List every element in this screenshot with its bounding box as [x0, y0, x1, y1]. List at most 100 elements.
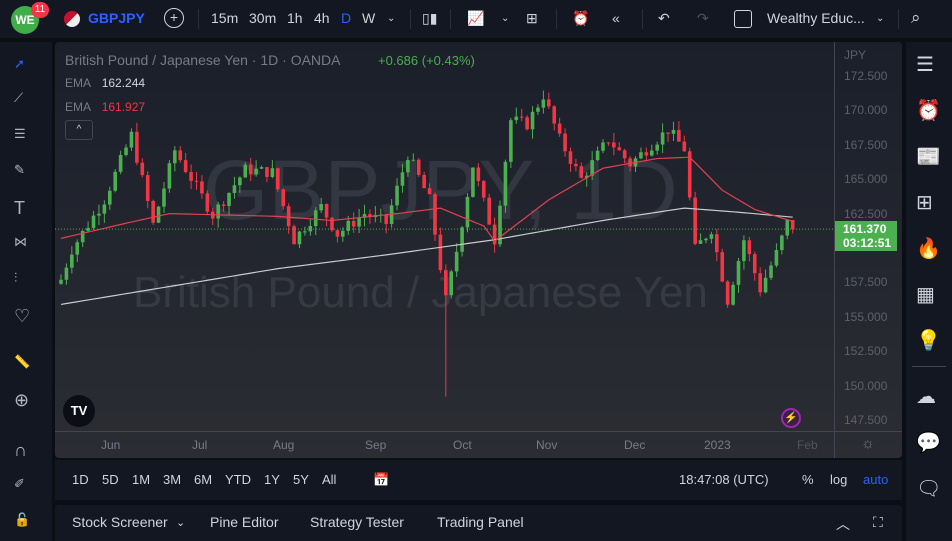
pattern-icon[interactable]: ⋈	[14, 234, 38, 258]
chevron-down-icon[interactable]: ⌄	[876, 13, 884, 24]
candle	[639, 147, 643, 160]
tab-stock-screener[interactable]: Stock Screener	[72, 514, 168, 530]
chevron-down-icon[interactable]: ⌄	[501, 13, 509, 24]
heart-icon[interactable]: ♡	[14, 306, 38, 330]
replay-icon[interactable]: «	[612, 10, 620, 26]
brush-icon[interactable]: ✎	[14, 162, 38, 186]
chats-icon[interactable]: 💬	[916, 430, 942, 456]
log-toggle[interactable]: log	[830, 472, 847, 487]
news-icon[interactable]: 📰	[916, 144, 942, 170]
chevron-down-icon[interactable]: ⌄	[176, 516, 185, 529]
candle	[330, 216, 334, 233]
currency-selector[interactable]: JPY	[844, 48, 866, 62]
zoom-icon[interactable]: ⊕	[14, 390, 38, 414]
maximize-icon[interactable]: ⛶	[873, 514, 883, 531]
candle	[194, 171, 199, 190]
ema-legend-2[interactable]: EMA 161.927	[65, 100, 145, 114]
alert-icon[interactable]: ⏰	[572, 10, 589, 27]
candle	[167, 160, 172, 193]
candle	[59, 274, 63, 285]
range-1m[interactable]: 1M	[132, 472, 150, 487]
watchlist-icon[interactable]: ☰	[916, 52, 942, 78]
candle	[97, 204, 101, 225]
compare-add-icon[interactable]: +	[164, 8, 184, 28]
candle	[790, 220, 795, 234]
interval-w[interactable]: W	[362, 10, 375, 26]
alarm-icon[interactable]: ⏰	[916, 98, 942, 124]
candles-icon[interactable]: ▯▮	[422, 10, 437, 27]
candle	[324, 203, 329, 227]
checkbox-icon[interactable]	[734, 10, 752, 28]
candle	[373, 206, 378, 223]
range-3m[interactable]: 3M	[163, 472, 181, 487]
range-all[interactable]: All	[322, 472, 336, 487]
symbol-button[interactable]: GBPJPY	[88, 10, 145, 26]
interval-4h[interactable]: 4h	[314, 10, 330, 26]
hotlist-fire-icon[interactable]: 🔥	[916, 236, 942, 262]
candle	[297, 230, 302, 249]
candle	[492, 217, 497, 253]
interval-15m[interactable]: 15m	[211, 10, 238, 26]
tradingview-logo[interactable]: TV	[63, 395, 95, 427]
interval-30m[interactable]: 30m	[249, 10, 276, 26]
change-value: +0.686 (+0.43%)	[378, 53, 475, 68]
lock-drawing-icon[interactable]: ✐	[14, 476, 38, 500]
settings-gear-icon[interactable]: ☼	[861, 435, 875, 452]
chat-cloud-icon[interactable]: ☁	[916, 384, 942, 410]
candle	[682, 135, 687, 152]
magnet-icon[interactable]: ∩	[14, 440, 38, 464]
messages-icon[interactable]: 🗨	[916, 476, 942, 502]
auto-toggle[interactable]: auto	[863, 472, 888, 487]
candle	[313, 207, 318, 235]
date-range-icon[interactable]: 📅	[373, 472, 389, 488]
candle	[400, 163, 405, 193]
interval-d[interactable]: D	[341, 10, 351, 26]
percent-toggle[interactable]: %	[802, 472, 814, 487]
range-5d[interactable]: 5D	[102, 472, 119, 487]
month-label: Jul	[192, 438, 208, 452]
ruler-icon[interactable]: 📏	[14, 354, 38, 378]
ideas-bulb-icon[interactable]: 💡	[916, 328, 942, 354]
range-5y[interactable]: 5Y	[293, 472, 309, 487]
text-icon[interactable]: T	[14, 198, 38, 222]
layout-name[interactable]: Wealthy Educ...	[767, 10, 865, 26]
ema-legend-1[interactable]: EMA 162.244	[65, 76, 145, 90]
candle	[118, 150, 123, 175]
layouts-icon[interactable]: ⊞	[526, 10, 538, 27]
lock-icon[interactable]: 🔓	[14, 512, 38, 536]
utc-clock[interactable]: 18:47:08 (UTC)	[679, 472, 769, 487]
range-1d[interactable]: 1D	[72, 472, 89, 487]
undo-icon[interactable]: ↶	[658, 10, 670, 27]
candle	[281, 188, 286, 210]
add-list-icon[interactable]: ⊞	[916, 190, 942, 216]
candle	[86, 221, 90, 233]
search-icon[interactable]: ⌕	[911, 8, 921, 28]
calendar-icon[interactable]: ▦	[916, 282, 942, 308]
range-6m[interactable]: 6M	[194, 472, 212, 487]
cursor-icon[interactable]: ➚	[14, 56, 38, 80]
candle	[698, 233, 703, 244]
chart-pane[interactable]: GBPJPY, 1D British Pound / Japanese Yen …	[55, 42, 902, 458]
month-label: 2023	[704, 438, 731, 452]
fib-icon[interactable]: ☰	[14, 126, 38, 150]
collapse-legend-button[interactable]: ^	[65, 120, 93, 140]
indicators-icon[interactable]: 📈	[467, 10, 484, 27]
range-ytd[interactable]: YTD	[225, 472, 251, 487]
prediction-icon[interactable]: ⫶	[14, 270, 38, 294]
redo-icon[interactable]: ↷	[697, 10, 709, 27]
tab-pine-editor[interactable]: Pine Editor	[210, 514, 278, 530]
price-plot[interactable]	[55, 42, 902, 458]
trend-line-icon[interactable]: ⟋	[14, 90, 38, 114]
candle	[617, 142, 622, 151]
candle	[248, 157, 253, 182]
tab-strategy-tester[interactable]: Strategy Tester	[310, 514, 404, 530]
interval-1h[interactable]: 1h	[287, 10, 303, 26]
range-1y[interactable]: 1Y	[264, 472, 280, 487]
timeframe-bar: 1D 5D 1M 3M 6M YTD 1Y 5Y All 📅 18:47:08 …	[55, 460, 902, 500]
lightning-icon[interactable]: ⚡	[781, 408, 801, 428]
candle	[406, 156, 410, 177]
chevron-down-icon[interactable]: ⌄	[387, 13, 395, 24]
collapse-panel-icon[interactable]: ︿	[836, 514, 850, 534]
tab-trading-panel[interactable]: Trading Panel	[437, 514, 524, 530]
candle	[584, 172, 589, 187]
